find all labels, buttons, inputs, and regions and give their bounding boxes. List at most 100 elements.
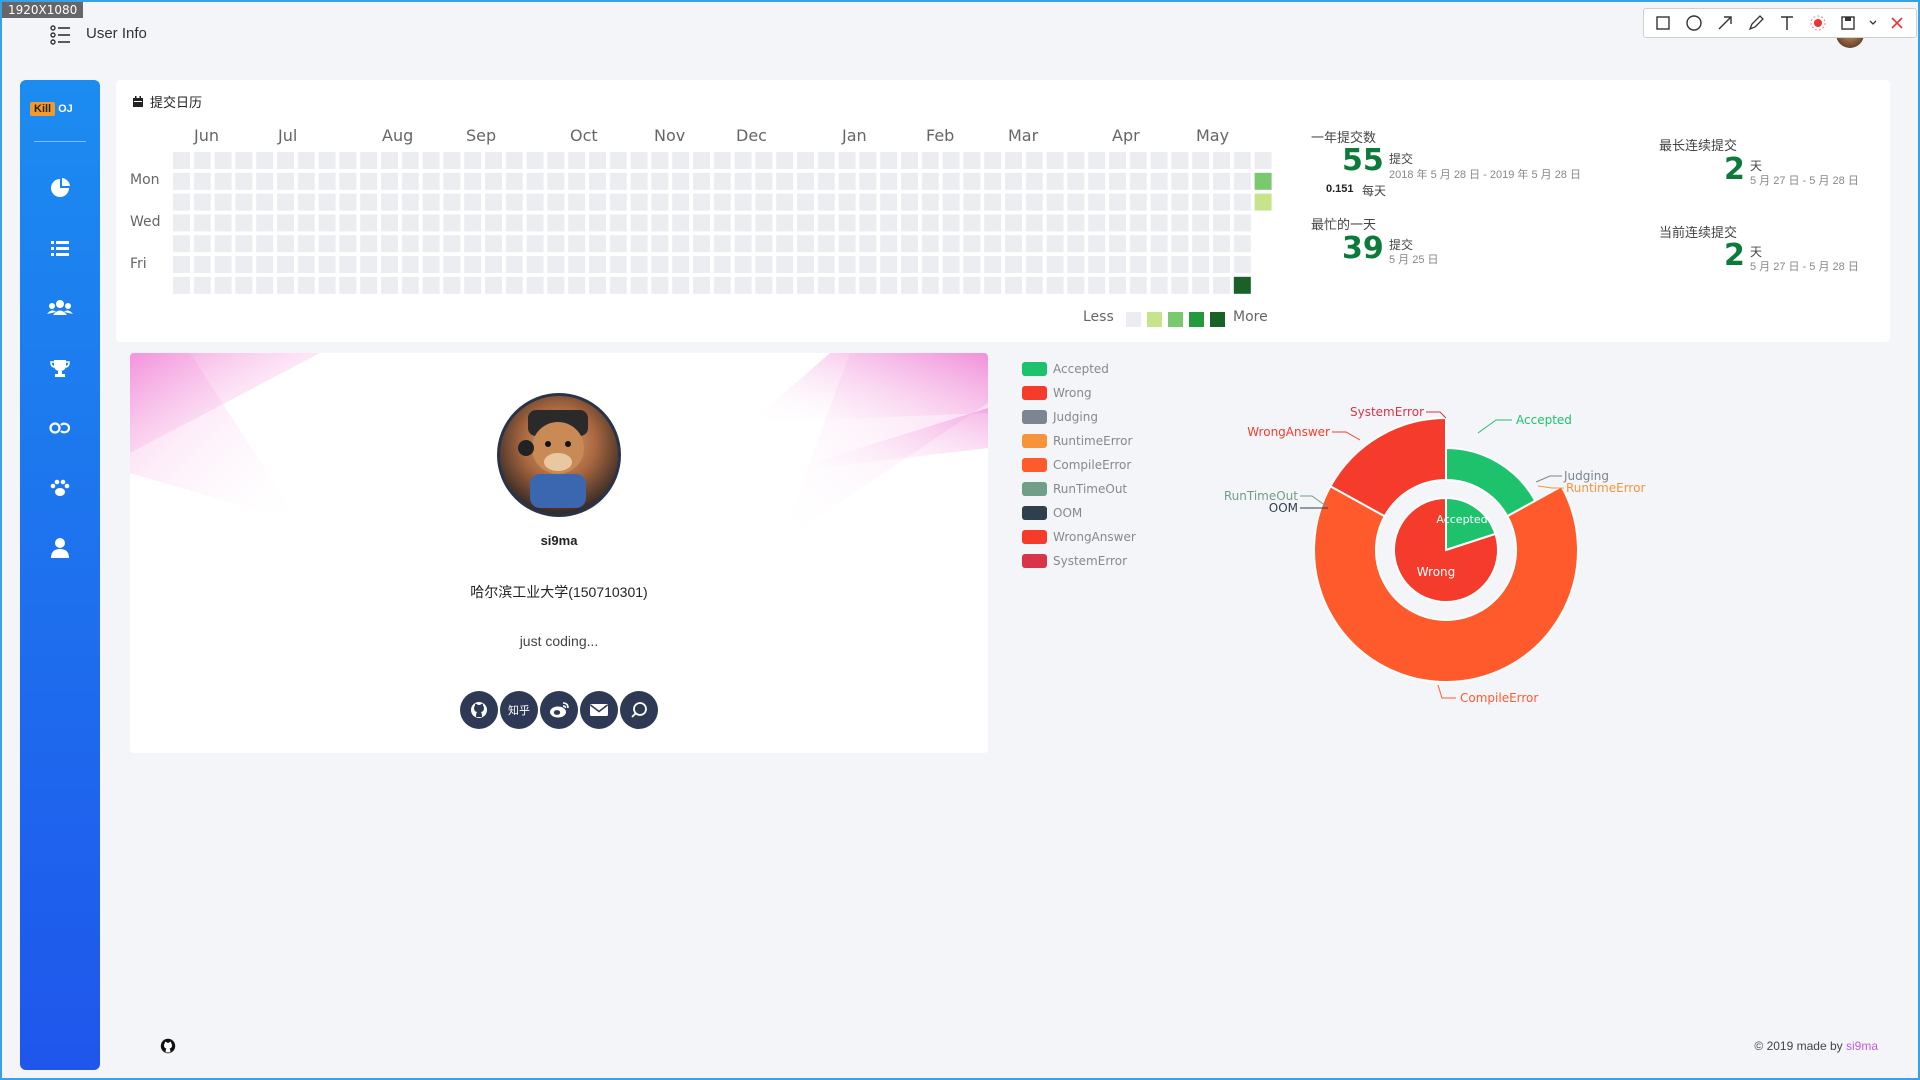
contribution-day[interactable] (505, 172, 523, 190)
email-button[interactable] (580, 691, 618, 729)
contribution-day[interactable] (1213, 193, 1230, 211)
contribution-day[interactable] (256, 214, 274, 232)
contribution-day[interactable] (401, 235, 419, 253)
contribution-day[interactable] (297, 193, 315, 211)
contribution-day[interactable] (256, 172, 274, 190)
contribution-day[interactable] (734, 256, 752, 273)
contribution-day[interactable] (485, 214, 502, 232)
contribution-day[interactable] (734, 214, 752, 232)
contribution-day[interactable] (880, 193, 898, 211)
contribution-day[interactable] (318, 276, 336, 294)
contribution-day[interactable] (339, 256, 357, 273)
contribution-day[interactable] (318, 214, 336, 232)
contribution-day[interactable] (901, 276, 918, 294)
contribution-day[interactable] (568, 276, 586, 294)
contribution-day[interactable] (651, 193, 669, 211)
contribution-day[interactable] (1233, 276, 1251, 294)
contribution-day[interactable] (193, 235, 211, 253)
contribution-day[interactable] (464, 214, 482, 232)
contribution-day[interactable] (1067, 152, 1085, 169)
contribution-day[interactable] (297, 256, 315, 273)
contribution-day[interactable] (713, 193, 731, 211)
contribution-day[interactable] (1150, 152, 1168, 169)
contribution-day[interactable] (755, 276, 773, 294)
contribution-day[interactable] (1025, 152, 1043, 169)
contribution-day[interactable] (693, 214, 710, 232)
contribution-day[interactable] (797, 172, 814, 190)
contribution-day[interactable] (443, 193, 461, 211)
sidebar-item-community[interactable] (42, 470, 78, 506)
contribution-day[interactable] (505, 256, 523, 273)
contribution-day[interactable] (651, 235, 669, 253)
contribution-day[interactable] (776, 235, 794, 253)
contribution-day[interactable] (1067, 276, 1085, 294)
contribution-day[interactable] (859, 256, 877, 273)
contribution-day[interactable] (526, 256, 544, 273)
contribution-day[interactable] (1005, 276, 1022, 294)
contribution-day[interactable] (942, 152, 960, 169)
contribution-day[interactable] (630, 256, 648, 273)
contribution-day[interactable] (568, 193, 586, 211)
pen-icon[interactable] (1742, 11, 1769, 35)
contribution-day[interactable] (1109, 172, 1126, 190)
sidebar-item-contests[interactable] (42, 350, 78, 386)
contribution-day[interactable] (297, 235, 315, 253)
contribution-day[interactable] (547, 152, 565, 169)
contribution-day[interactable] (1213, 235, 1230, 253)
menu-list-icon[interactable] (50, 24, 72, 46)
contribution-day[interactable] (1005, 214, 1022, 232)
contribution-day[interactable] (422, 256, 440, 273)
close-icon[interactable] (1883, 11, 1910, 35)
contribution-day[interactable] (297, 172, 315, 190)
contribution-day[interactable] (1213, 276, 1230, 294)
contribution-day[interactable] (485, 172, 502, 190)
contribution-day[interactable] (193, 152, 211, 169)
contribution-day[interactable] (984, 276, 1002, 294)
contribution-day[interactable] (1025, 235, 1043, 253)
contribution-day[interactable] (277, 172, 294, 190)
contribution-day[interactable] (422, 193, 440, 211)
contribution-day[interactable] (381, 256, 398, 273)
contribution-day[interactable] (547, 172, 565, 190)
contribution-day[interactable] (1088, 235, 1106, 253)
contribution-day[interactable] (776, 172, 794, 190)
contribution-day[interactable] (318, 235, 336, 253)
contribution-day[interactable] (609, 214, 627, 232)
contribution-day[interactable] (505, 214, 523, 232)
contribution-day[interactable] (963, 276, 981, 294)
contribution-day[interactable] (381, 235, 398, 253)
contribution-day[interactable] (1025, 256, 1043, 273)
contribution-day[interactable] (1005, 193, 1022, 211)
contribution-day[interactable] (526, 276, 544, 294)
contribution-day[interactable] (1192, 152, 1210, 169)
legend-item[interactable]: Accepted (1022, 357, 1136, 381)
contribution-day[interactable] (318, 152, 336, 169)
contribution-day[interactable] (1150, 172, 1168, 190)
contribution-day[interactable] (235, 256, 253, 273)
blog-button[interactable] (620, 691, 658, 729)
contribution-day[interactable] (1046, 256, 1064, 273)
contribution-day[interactable] (256, 152, 274, 169)
contribution-day[interactable] (505, 235, 523, 253)
contribution-day[interactable] (859, 214, 877, 232)
contribution-day[interactable] (318, 256, 336, 273)
sidebar-item-dashboard[interactable] (42, 170, 78, 206)
contribution-day[interactable] (443, 152, 461, 169)
contribution-day[interactable] (505, 193, 523, 211)
contribution-day[interactable] (797, 152, 814, 169)
contribution-day[interactable] (630, 152, 648, 169)
contribution-day[interactable] (1150, 276, 1168, 294)
contribution-day[interactable] (277, 214, 294, 232)
contribution-day[interactable] (921, 256, 939, 273)
legend-item[interactable]: SystemError (1022, 549, 1136, 573)
contribution-day[interactable] (1046, 152, 1064, 169)
contribution-day[interactable] (713, 152, 731, 169)
arrow-icon[interactable] (1712, 11, 1739, 35)
contribution-day[interactable] (1192, 193, 1210, 211)
contribution-day[interactable] (422, 172, 440, 190)
contribution-day[interactable] (568, 256, 586, 273)
contribution-day[interactable] (214, 276, 232, 294)
contribution-day[interactable] (464, 193, 482, 211)
contribution-day[interactable] (1109, 235, 1126, 253)
contribution-day[interactable] (1088, 193, 1106, 211)
